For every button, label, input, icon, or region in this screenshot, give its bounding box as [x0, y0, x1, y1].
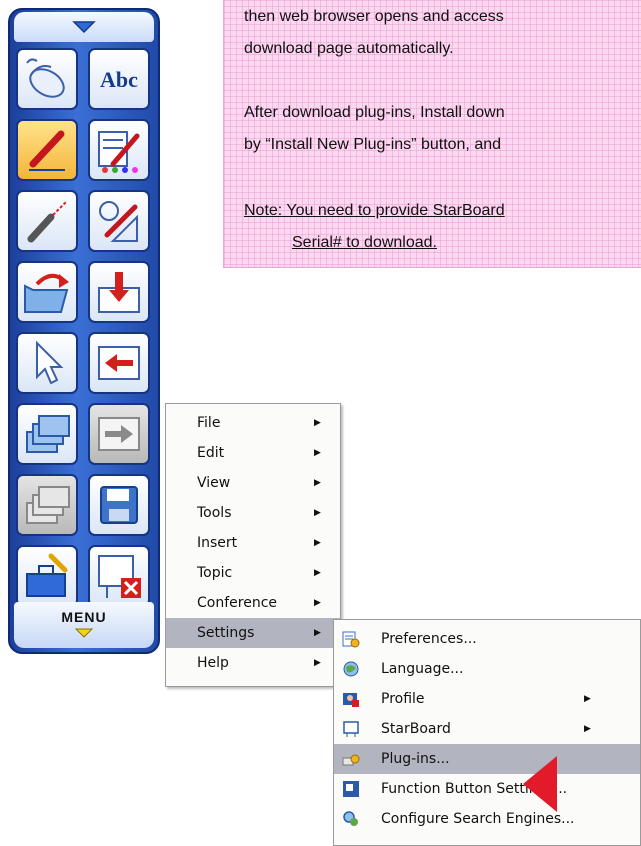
submenu-item-profile[interactable]: Profile ▶ [334, 684, 640, 714]
submenu-arrow-icon: ▶ [314, 478, 321, 488]
triangle-down-icon [74, 628, 94, 638]
instruction-note: then web browser opens and access downlo… [223, 0, 641, 268]
save-button[interactable] [88, 474, 150, 536]
main-context-menu: File ▶ Edit ▶ View ▶ Tools ▶ Insert ▶ To… [165, 403, 341, 687]
search-engine-icon [343, 811, 358, 826]
submenu-item-language[interactable]: Language... [334, 654, 640, 684]
menu-item-settings[interactable]: Settings ▶ [166, 618, 340, 648]
laser-pointer-icon [27, 200, 68, 243]
menu-item-topic[interactable]: Topic ▶ [166, 558, 340, 588]
submenu-arrow-icon: ▶ [314, 538, 321, 548]
menu-item-label: Topic [197, 565, 233, 581]
laser-pointer-button[interactable] [16, 190, 78, 252]
import-button[interactable] [88, 261, 150, 323]
import-icon [98, 272, 140, 313]
submenu-arrow-icon: ▶ [314, 508, 321, 518]
stack-pages-icon [26, 415, 70, 453]
toolbar-menu-button[interactable]: MENU [14, 602, 154, 648]
menu-item-label: Insert [197, 535, 238, 551]
note-line-1: then web browser opens and access [244, 8, 504, 25]
submenu-item-plugins[interactable]: Plug-ins... [334, 744, 640, 774]
next-page-icon [98, 417, 140, 451]
select-tool-button[interactable] [16, 332, 78, 394]
menu-item-view[interactable]: View ▶ [166, 468, 340, 498]
submenu-arrow-icon: ▶ [314, 598, 321, 608]
submenu-arrow-icon: ▶ [314, 628, 321, 638]
open-file-button[interactable] [16, 261, 78, 323]
stack-pages-disabled-icon [26, 486, 70, 524]
submenu-item-label: Preferences... [381, 631, 477, 647]
shape-tool-button[interactable] [88, 190, 150, 252]
text-tool-button[interactable]: Abc [88, 48, 150, 110]
pen-settings-button[interactable] [88, 119, 150, 181]
menu-item-label: File [197, 415, 221, 431]
menu-item-label: Tools [197, 505, 232, 521]
starboard-icon [343, 721, 359, 737]
close-board-icon [98, 555, 141, 598]
submenu-item-label: Plug-ins... [381, 751, 450, 767]
submenu-arrow-icon: ▶ [584, 694, 591, 704]
submenu-item-configure-search-engines[interactable]: Configure Search Engines... [334, 804, 640, 834]
submenu-arrow-icon: ▶ [314, 448, 321, 458]
menu-item-tools[interactable]: Tools ▶ [166, 498, 340, 528]
preferences-icon [342, 631, 360, 648]
submenu-arrow-icon: ▶ [314, 418, 321, 428]
next-page-button[interactable] [88, 403, 150, 465]
submenu-item-label: StarBoard [381, 721, 451, 737]
select-arrow-icon [36, 340, 64, 385]
menu-item-label: Settings [197, 625, 255, 641]
pages-button[interactable] [16, 403, 78, 465]
toolbox-button[interactable] [16, 545, 78, 607]
menu-item-file[interactable]: File ▶ [166, 408, 340, 438]
submenu-item-function-button-settings[interactable]: Function Button Settings... [334, 774, 640, 804]
menu-item-help[interactable]: Help ▶ [166, 648, 340, 678]
pen-icon [29, 130, 65, 171]
submenu-arrow-icon: ▶ [584, 724, 591, 734]
note-line-5: Note: You need to provide StarBoard [244, 202, 505, 219]
shape-pen-icon [99, 201, 138, 242]
submenu-item-starboard[interactable]: StarBoard ▶ [334, 714, 640, 744]
submenu-item-label: Language... [381, 661, 464, 677]
menu-item-conference[interactable]: Conference ▶ [166, 588, 340, 618]
pen-tool-button[interactable] [16, 119, 78, 181]
submenu-arrow-icon: ▶ [314, 568, 321, 578]
toolbar-collapse-button[interactable] [14, 12, 154, 42]
open-folder-icon [24, 273, 69, 313]
menu-item-label: Help [197, 655, 229, 671]
note-line-2: download page automatically. [244, 40, 454, 57]
back-icon [98, 346, 140, 380]
starboard-toolbar: Abc MENU [8, 8, 160, 654]
language-icon [343, 661, 359, 677]
highlight-pointer-arrow [523, 756, 557, 812]
submenu-item-label: Profile [381, 691, 425, 707]
note-line-3: After download plug-ins, Install down [244, 104, 505, 121]
plugins-icon [342, 754, 360, 766]
save-icon [100, 486, 138, 524]
toolbox-icon [26, 553, 68, 597]
settings-submenu: Preferences... Language... Profile ▶ Sta… [333, 619, 641, 846]
pen-settings-icon [98, 131, 140, 173]
mouse-tool-button[interactable] [16, 48, 78, 110]
menu-item-insert[interactable]: Insert ▶ [166, 528, 340, 558]
menu-item-edit[interactable]: Edit ▶ [166, 438, 340, 468]
note-line-6: Serial# to download. [292, 234, 437, 251]
profile-icon [343, 693, 359, 707]
mouse-icon [26, 58, 65, 98]
menu-label: MENU [61, 609, 107, 625]
svg-text:Abc: Abc [100, 67, 138, 92]
text-abc-icon: Abc [100, 67, 138, 92]
menu-item-label: Edit [197, 445, 225, 461]
note-line-4: by “Install New Plug-ins” button, and [244, 136, 502, 153]
function-button-icon [343, 781, 359, 797]
submenu-arrow-icon: ▶ [314, 658, 321, 668]
back-button[interactable] [88, 332, 150, 394]
submenu-item-preferences[interactable]: Preferences... [334, 624, 640, 654]
menu-item-label: View [197, 475, 231, 491]
pages-disabled-button[interactable] [16, 474, 78, 536]
triangle-down-icon [72, 21, 96, 34]
menu-item-label: Conference [197, 595, 278, 611]
close-board-button[interactable] [88, 545, 150, 607]
